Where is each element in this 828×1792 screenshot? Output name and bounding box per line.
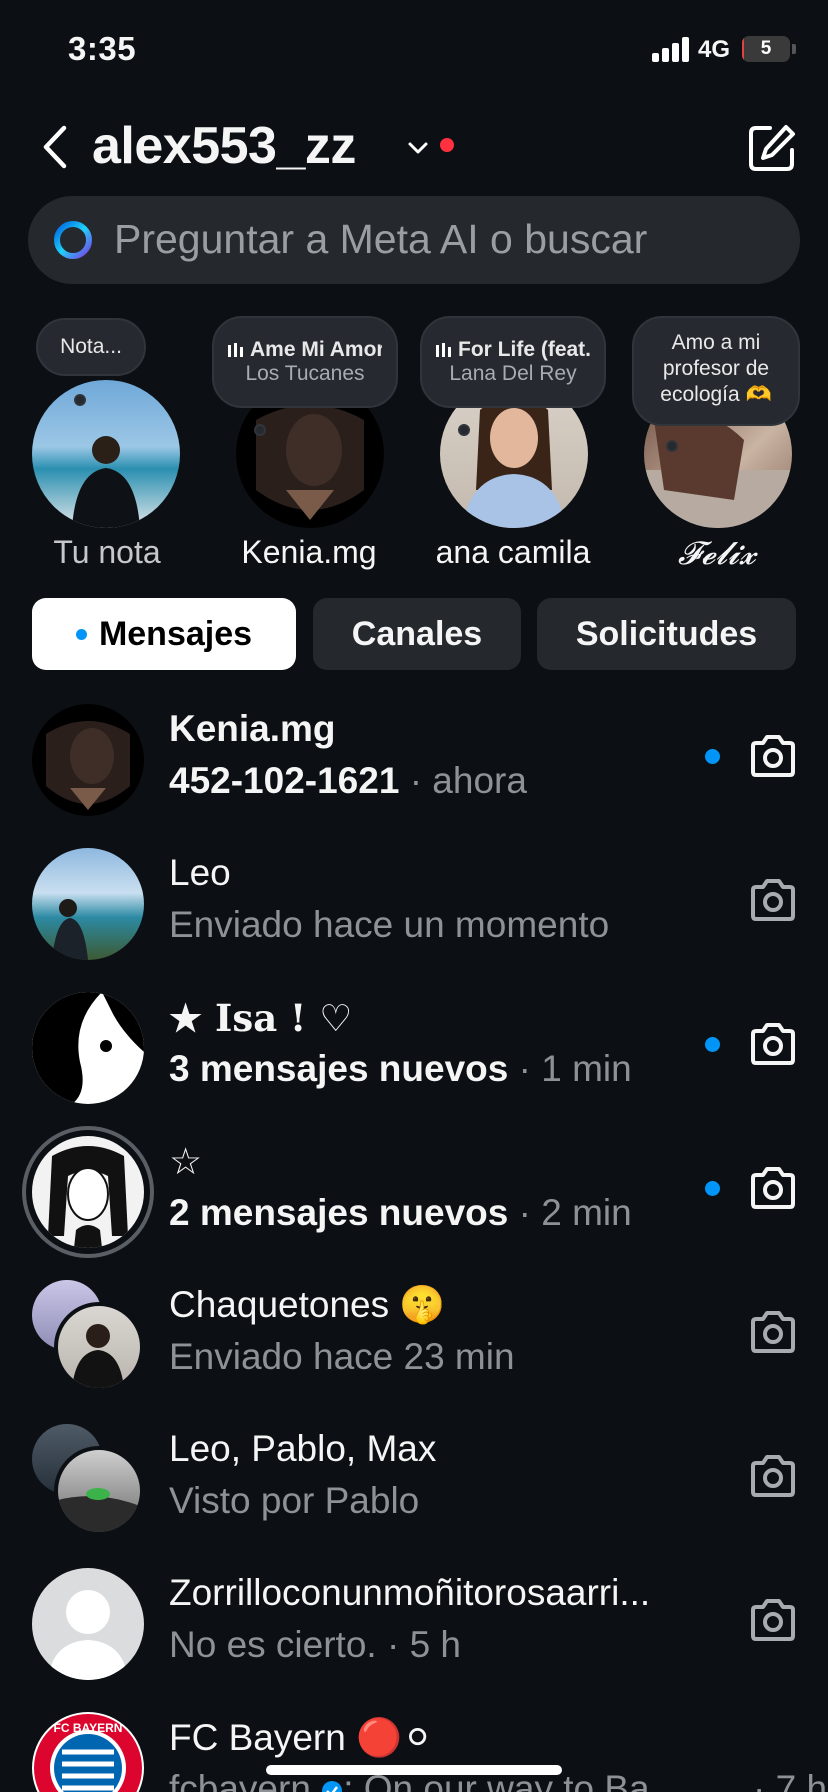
- header: alex553_zz: [0, 108, 828, 188]
- tab-label: Canales: [351, 615, 483, 653]
- avatar: [32, 1568, 144, 1680]
- tab-label: Mensajes: [98, 615, 253, 653]
- conversation-time: · 2 min: [518, 1192, 632, 1233]
- note-bubble[interactable]: Nota...: [36, 318, 146, 376]
- unread-dot: [705, 1037, 720, 1052]
- conversation-time: · 1 min: [518, 1048, 632, 1089]
- avatar: [32, 380, 180, 528]
- conversation-name: Leo: [169, 852, 231, 893]
- note-bubble-text: Nota...: [60, 335, 122, 358]
- back-icon[interactable]: [36, 122, 76, 172]
- conversation-preview: No es cierto. · 5 h: [169, 1624, 462, 1665]
- conversation-time: · ahora: [409, 760, 527, 801]
- camera-icon[interactable]: [749, 1022, 797, 1066]
- battery-level: 5: [760, 38, 772, 59]
- camera-icon[interactable]: [749, 734, 797, 778]
- camera-icon[interactable]: [749, 1166, 797, 1210]
- note-label: Tu nota: [53, 534, 161, 570]
- notification-dot: [440, 138, 454, 152]
- note-own[interactable]: Nota... Tu nota: [12, 306, 202, 576]
- camera-icon[interactable]: [749, 1310, 797, 1354]
- network-label: 4G: [698, 36, 731, 63]
- note-bubble[interactable]: For Life (feat. Lana Del Rey: [420, 316, 606, 408]
- signal-icon: [652, 36, 692, 62]
- compose-icon[interactable]: [746, 122, 798, 174]
- conversation-preview: Enviado hace un momento: [169, 904, 610, 945]
- avatar: [32, 992, 144, 1104]
- avatar: FC BAYERN: [32, 1712, 144, 1792]
- conversation-preview: 3 mensajes nuevos: [169, 1048, 509, 1089]
- home-indicator[interactable]: [266, 1765, 562, 1775]
- conversation-name: Kenia.mg: [169, 708, 336, 749]
- music-icon: [436, 343, 451, 358]
- conversation-row[interactable]: FC BAYERN FC Bayern 🔴⚪ fcbayern : On our…: [0, 1702, 828, 1792]
- notes-row: Nota... Tu nota Ame Mi Amor Los Tucanes …: [0, 306, 828, 576]
- tab-messages[interactable]: Mensajes: [32, 598, 296, 670]
- group-avatar: [32, 1280, 144, 1392]
- conversation-row[interactable]: Chaquetones 🤫 Enviado hace 23 min: [0, 1270, 828, 1414]
- tab-channels[interactable]: Canales: [313, 598, 521, 670]
- screen: 3:35 4G 5 alex553_zz Preguntar a Meta AI…: [0, 0, 828, 1792]
- chevron-down-icon[interactable]: [406, 136, 430, 160]
- meta-ai-icon: [54, 221, 92, 259]
- svg-text:FC BAYERN: FC BAYERN: [54, 1721, 123, 1735]
- status-time: 3:35: [68, 30, 137, 67]
- conversation-preview: 2 mensajes nuevos: [169, 1192, 509, 1233]
- note-ana[interactable]: For Life (feat. Lana Del Rey ana camila: [418, 306, 608, 576]
- avatar: [54, 1446, 144, 1536]
- music-icon: [228, 343, 243, 358]
- avatar: [32, 848, 144, 960]
- note-label: ana camila: [435, 534, 591, 570]
- conversation-row[interactable]: Leo Enviado hace un momento: [0, 838, 828, 982]
- note-kenia[interactable]: Ame Mi Amor Los Tucanes Kenia.mg: [212, 306, 404, 576]
- conversation-row[interactable]: Kenia.mg 452-102-1621 · ahora: [0, 694, 828, 838]
- unread-dot: [75, 628, 87, 640]
- note-bubble-text: Amo a mi profesor de ecología 🫶: [660, 331, 772, 406]
- note-label: 𝓕𝓮𝓵𝓲𝔁: [677, 534, 757, 572]
- conversation-time: · 7 h: [753, 1768, 828, 1792]
- song-artist: Lana Del Rey: [449, 362, 577, 385]
- conversation-name: ☆: [169, 1141, 203, 1182]
- unread-dot: [705, 1181, 720, 1196]
- avatar: [54, 1302, 144, 1392]
- note-felix[interactable]: Amo a mi profesor de ecología 🫶 𝓕𝓮𝓵𝓲𝔁: [622, 306, 812, 576]
- conversation-name: Zorrilloconunmoñitorosaarri...: [169, 1572, 651, 1613]
- conversation-name: Chaquetones 🤫: [169, 1284, 446, 1325]
- note-bubble[interactable]: Ame Mi Amor Los Tucanes: [212, 316, 398, 408]
- account-switcher[interactable]: alex553_zz: [92, 116, 356, 176]
- tab-requests[interactable]: Solicitudes: [537, 598, 796, 670]
- conversation-preview: Visto por Pablo: [169, 1480, 420, 1521]
- note-bubble[interactable]: Amo a mi profesor de ecología 🫶: [632, 316, 800, 426]
- avatar: [32, 1136, 144, 1248]
- conversation-preview: Enviado hace 23 min: [169, 1336, 515, 1377]
- group-avatar: [32, 1424, 144, 1536]
- conversation-name: Leo, Pablo, Max: [169, 1428, 437, 1469]
- camera-icon[interactable]: [749, 1454, 797, 1498]
- note-label: Kenia.mg: [241, 534, 377, 570]
- unread-dot: [705, 749, 720, 764]
- verified-badge-icon: [322, 1781, 343, 1792]
- song-artist: Los Tucanes: [245, 362, 365, 385]
- search-input[interactable]: Preguntar a Meta AI o buscar: [28, 196, 800, 284]
- conversation-name: FC Bayern 🔴⚪: [169, 1717, 434, 1758]
- conversation-name: ★ 𝐈𝐬𝐚 ! ♡: [169, 996, 353, 1040]
- camera-icon[interactable]: [749, 878, 797, 922]
- inbox-tabs: Mensajes Canales Solicitudes: [0, 598, 828, 670]
- conversation-row[interactable]: ★ 𝐈𝐬𝐚 ! ♡ 3 mensajes nuevos · 1 min: [0, 982, 828, 1126]
- tab-label: Solicitudes: [575, 615, 758, 653]
- song-title: For Life (feat.: [458, 338, 590, 361]
- conversation-preview: 452-102-1621: [169, 760, 400, 801]
- search-placeholder: Preguntar a Meta AI o buscar: [114, 216, 648, 262]
- status-bar: 3:35 4G 5: [0, 0, 828, 100]
- conversation-row[interactable]: Leo, Pablo, Max Visto por Pablo: [0, 1414, 828, 1558]
- battery-icon: 5: [742, 36, 790, 62]
- avatar: [32, 704, 144, 816]
- song-title: Ame Mi Amor: [250, 338, 382, 361]
- conversation-row[interactable]: ☆ 2 mensajes nuevos · 2 min: [0, 1126, 828, 1270]
- conversation-row[interactable]: Zorrilloconunmoñitorosaarri... No es cie…: [0, 1558, 828, 1702]
- camera-icon[interactable]: [749, 1598, 797, 1642]
